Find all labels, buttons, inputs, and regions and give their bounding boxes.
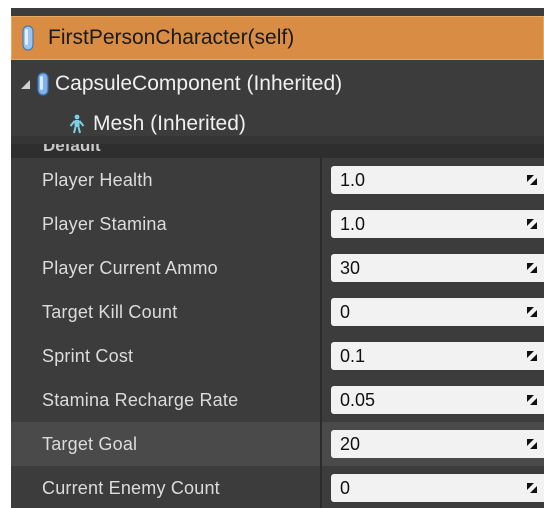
component-tree-root-row[interactable]: FirstPersonCharacter(self) — [11, 16, 544, 60]
property-row: Target Goal 20 — [11, 422, 544, 466]
property-row: Target Kill Count 0 — [11, 290, 544, 334]
property-value-field[interactable]: 20 — [331, 430, 544, 458]
resize-arrow-icon[interactable] — [527, 483, 537, 493]
property-value-field[interactable]: 30 — [331, 254, 544, 282]
property-name: Sprint Cost — [42, 346, 134, 366]
property-name: Player Stamina — [42, 214, 167, 234]
property-name: Target Kill Count — [42, 302, 178, 322]
property-name: Target Goal — [42, 434, 138, 454]
component-tree-item-capsule[interactable]: CapsuleComponent (Inherited) — [11, 68, 544, 100]
property-value-field[interactable]: 0.05 — [331, 386, 544, 414]
details-property-list: Player Health 1.0 Player Stamina 1.0 Pla… — [11, 158, 544, 508]
property-value-field[interactable]: 1.0 — [331, 210, 544, 238]
property-value-field[interactable]: 0 — [331, 298, 544, 326]
property-row: Sprint Cost 0.1 — [11, 334, 544, 378]
property-name: Player Current Ammo — [42, 258, 218, 278]
property-row: Player Current Ammo 30 — [11, 246, 544, 290]
component-tree-label: Mesh (Inherited) — [93, 112, 246, 135]
property-row: Player Stamina 1.0 — [11, 202, 544, 246]
property-value-field[interactable]: 0 — [331, 474, 544, 502]
property-name: Stamina Recharge Rate — [42, 390, 239, 410]
column-splitter[interactable] — [320, 158, 322, 508]
property-row: Current Enemy Count 0 — [11, 466, 544, 508]
property-value: 30 — [340, 258, 361, 278]
component-tree-root-label: FirstPersonCharacter(self) — [48, 26, 295, 49]
property-value: 1.0 — [340, 170, 366, 190]
details-category-label: Default — [43, 144, 101, 155]
skeletal-mesh-icon — [69, 114, 85, 134]
property-row: Stamina Recharge Rate 0.05 — [11, 378, 544, 422]
property-value: 20 — [340, 434, 361, 454]
resize-arrow-icon[interactable] — [527, 351, 537, 361]
resize-arrow-icon[interactable] — [527, 439, 537, 449]
property-row: Player Health 1.0 — [11, 158, 544, 202]
resize-arrow-icon[interactable] — [527, 263, 537, 273]
editor-panel: FirstPersonCharacter(self) CapsuleCompon… — [11, 8, 544, 508]
property-value: 0 — [340, 302, 351, 322]
resize-arrow-icon[interactable] — [527, 395, 537, 405]
details-category-header[interactable]: Default — [11, 144, 544, 158]
property-name: Current Enemy Count — [42, 478, 220, 498]
property-value: 1.0 — [340, 214, 366, 234]
expand-triangle-icon[interactable] — [19, 78, 31, 90]
resize-arrow-icon[interactable] — [527, 219, 537, 229]
component-tree-label: CapsuleComponent (Inherited) — [55, 72, 343, 95]
capsule-icon — [37, 72, 49, 96]
property-value: 0 — [340, 478, 351, 498]
property-value: 0.1 — [340, 346, 366, 366]
resize-arrow-icon[interactable] — [527, 175, 537, 185]
resize-arrow-icon[interactable] — [527, 307, 537, 317]
property-value-field[interactable]: 1.0 — [331, 166, 544, 194]
capsule-icon — [22, 25, 34, 51]
property-name: Player Health — [42, 170, 153, 190]
property-value: 0.05 — [340, 390, 376, 410]
property-value-field[interactable]: 0.1 — [331, 342, 544, 370]
